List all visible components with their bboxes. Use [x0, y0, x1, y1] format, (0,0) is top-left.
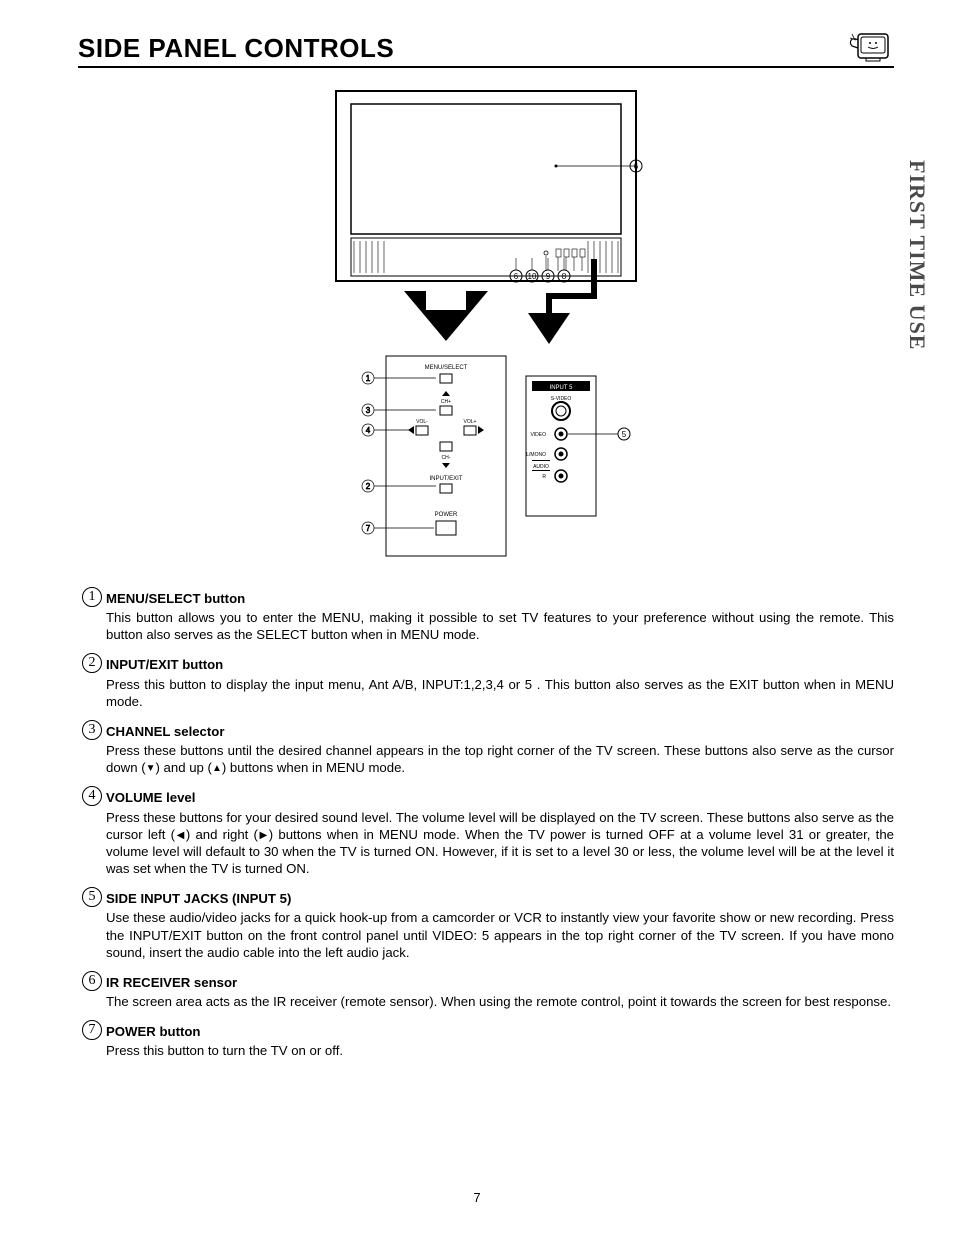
- item-4: 4 VOLUME level Press these buttons for y…: [78, 789, 894, 877]
- svg-text:CH-: CH-: [442, 455, 451, 461]
- item-number: 3: [78, 720, 106, 740]
- item-6: 6 IR RECEIVER sensor The screen area act…: [78, 974, 894, 1010]
- svg-text:VOL+: VOL+: [464, 419, 477, 425]
- item-number: 2: [78, 653, 106, 673]
- svg-text:R: R: [542, 474, 546, 480]
- item-title: INPUT/EXIT button: [106, 656, 894, 673]
- item-title: IR RECEIVER sensor: [106, 974, 894, 991]
- svg-text:MENU/SELECT: MENU/SELECT: [425, 365, 468, 371]
- item-desc: Press this button to turn the TV on or o…: [106, 1042, 894, 1059]
- svg-text:2: 2: [366, 482, 371, 491]
- control-panel: MENU/SELECT CH+ VOL- VOL+ CH- INPUT/EXIT…: [386, 356, 506, 556]
- svg-text:4: 4: [366, 426, 371, 435]
- svg-text:8: 8: [562, 272, 567, 281]
- svg-text:CH+: CH+: [441, 399, 451, 405]
- item-desc: Press these buttons until the desired ch…: [106, 742, 894, 776]
- svg-text:AUDIO: AUDIO: [533, 464, 549, 470]
- left-triangle-icon: ◀: [175, 830, 186, 841]
- svg-text:6: 6: [634, 162, 639, 171]
- svg-text:VOL-: VOL-: [416, 419, 428, 425]
- tv-illustration: 6: [336, 91, 642, 344]
- svg-text:1: 1: [366, 374, 371, 383]
- item-2: 2 INPUT/EXIT button Press this button to…: [78, 656, 894, 709]
- svg-text:L/MONO: L/MONO: [526, 452, 546, 458]
- svg-text:5: 5: [622, 430, 627, 439]
- item-number: 6: [78, 971, 106, 991]
- item-5: 5 SIDE INPUT JACKS (INPUT 5) Use these a…: [78, 890, 894, 961]
- item-number: 1: [78, 587, 106, 607]
- item-desc: This button allows you to enter the MENU…: [106, 609, 894, 643]
- item-number: 5: [78, 887, 106, 907]
- svg-text:10: 10: [528, 272, 537, 281]
- item-desc: Press these buttons for your desired sou…: [106, 809, 894, 878]
- svg-text:3: 3: [366, 406, 371, 415]
- right-triangle-icon: ▶: [258, 830, 269, 841]
- item-title: CHANNEL selector: [106, 723, 894, 740]
- item-desc: The screen area acts as the IR receiver …: [106, 993, 894, 1010]
- item-1: 1 MENU/SELECT button This button allows …: [78, 590, 894, 643]
- up-triangle-icon: ▲: [212, 763, 222, 774]
- item-title: POWER button: [106, 1023, 894, 1040]
- item-3: 3 CHANNEL selector Press these buttons u…: [78, 723, 894, 776]
- svg-text:7: 7: [366, 524, 371, 533]
- heading-row: SIDE PANEL CONTROLS: [78, 28, 894, 68]
- tv-logo-icon: [844, 28, 894, 68]
- input5-panel: INPUT 5 S-VIDEO VIDEO L/MONO AUDIO R: [526, 376, 596, 516]
- down-triangle-icon: ▼: [146, 763, 156, 774]
- svg-text:9: 9: [546, 272, 551, 281]
- item-desc: Use these audio/video jacks for a quick …: [106, 909, 894, 960]
- diagram: 6 6 10 9 8: [266, 86, 706, 566]
- item-title: SIDE INPUT JACKS (INPUT 5): [106, 890, 894, 907]
- item-number: 4: [78, 786, 106, 806]
- svg-text:VIDEO: VIDEO: [530, 432, 546, 438]
- item-7: 7 POWER button Press this button to turn…: [78, 1023, 894, 1059]
- svg-text:INPUT 5: INPUT 5: [550, 385, 574, 391]
- item-title: MENU/SELECT button: [106, 590, 894, 607]
- svg-text:POWER: POWER: [435, 512, 458, 518]
- items-list: 1 MENU/SELECT button This button allows …: [78, 590, 894, 1059]
- side-tab: FIRST TIME USE: [904, 160, 930, 350]
- item-number: 7: [78, 1020, 106, 1040]
- item-desc: Press this button to display the input m…: [106, 676, 894, 710]
- page-number: 7: [0, 1190, 954, 1205]
- page-title: SIDE PANEL CONTROLS: [78, 33, 394, 64]
- svg-text:6: 6: [514, 272, 519, 281]
- svg-text:INPUT/EXIT: INPUT/EXIT: [429, 476, 462, 482]
- item-title: VOLUME level: [106, 789, 894, 806]
